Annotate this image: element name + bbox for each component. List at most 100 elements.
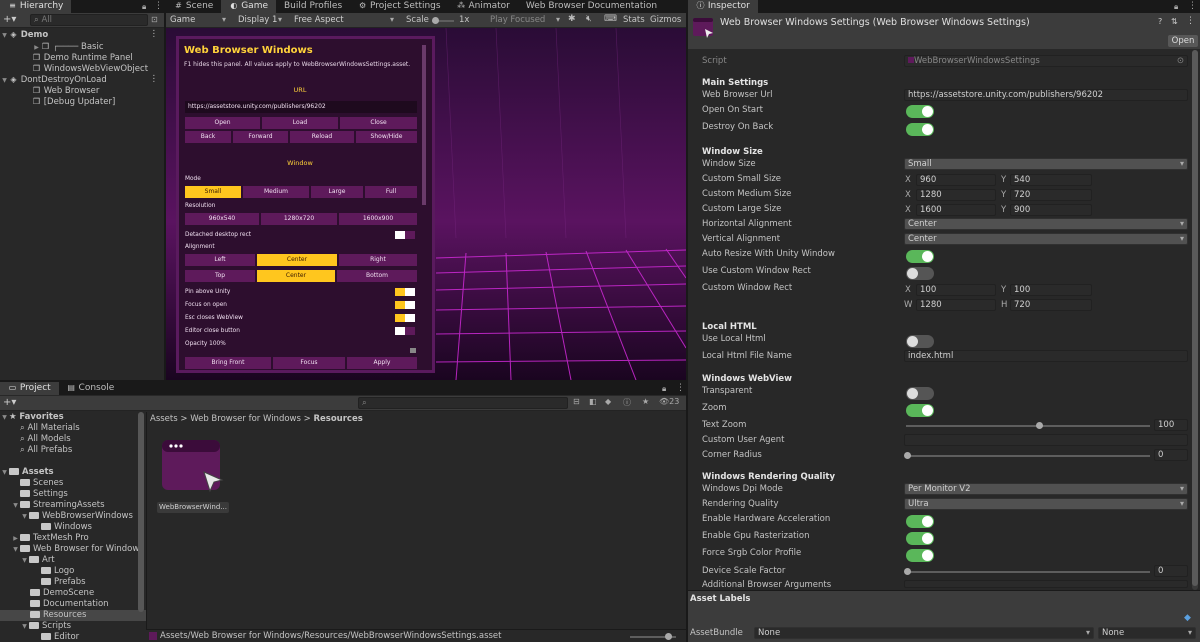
tab-inspector[interactable]: ⓘ Inspector	[688, 0, 758, 13]
local-html-file-input[interactable]: index.html	[904, 350, 1188, 362]
custom-large-x[interactable]: 1600	[916, 204, 996, 216]
custom-medium-y[interactable]: 720	[1010, 189, 1092, 201]
label-icon[interactable]: ◆	[605, 397, 611, 406]
additional-args-input[interactable]	[904, 580, 1188, 588]
device-scale-knob[interactable]	[904, 568, 911, 575]
v-align-dropdown[interactable]: Center	[904, 233, 1188, 245]
url-forward-button[interactable]: Forward	[233, 131, 288, 143]
tree-prefabs[interactable]: Prefabs	[0, 577, 146, 588]
favorite-star-icon[interactable]: ★	[642, 397, 649, 406]
zoom-toggle[interactable]	[906, 404, 934, 417]
open-on-start-toggle[interactable]	[906, 105, 934, 118]
gpu-raster-toggle[interactable]	[906, 532, 934, 545]
rect-y[interactable]: 100	[1010, 284, 1092, 296]
add-icon[interactable]: +▾	[3, 14, 16, 25]
url-open-button[interactable]: Open	[185, 117, 260, 129]
hierarchy-row-dontdestroy[interactable]: ▼ ◈ DontDestroyOnLoad ⋮	[0, 74, 164, 85]
tree-web-browser-for-windows[interactable]: ▼ Web Browser for Windows	[0, 544, 146, 555]
assets-row[interactable]: ▼ Assets	[0, 467, 146, 478]
use-custom-rect-toggle[interactable]	[906, 267, 934, 280]
dpi-mode-dropdown[interactable]: Per Monitor V2	[904, 483, 1188, 495]
hierarchy-lock-icon[interactable]: 🔒︎	[142, 2, 146, 12]
align-top-button[interactable]: Top	[185, 270, 255, 282]
tab-build-profiles[interactable]: Build Profiles	[276, 0, 350, 13]
rect-w[interactable]: 1280	[916, 299, 996, 311]
project-tree-scrollbar[interactable]	[138, 412, 144, 612]
url-close-button[interactable]: Close	[340, 117, 417, 129]
asset-bundle-dropdown[interactable]: None	[754, 627, 1094, 639]
tab-animator[interactable]: ⁂ Animator	[449, 0, 518, 13]
inspector-lock-icon[interactable]: 🔒︎	[1174, 2, 1178, 12]
filter-icon[interactable]: ⊡	[151, 15, 158, 24]
hw-accel-toggle[interactable]	[906, 515, 934, 528]
display-dropdown[interactable]: Display 1	[234, 14, 286, 26]
h-align-dropdown[interactable]: Center	[904, 218, 1188, 230]
breadcrumb-resources[interactable]: Resources	[313, 414, 362, 424]
project-add-icon[interactable]: +▾	[3, 397, 16, 408]
tab-scene[interactable]: # Scene	[166, 0, 221, 13]
rect-h[interactable]: 720	[1010, 299, 1092, 311]
transparent-toggle[interactable]	[906, 387, 934, 400]
shortcut-icon[interactable]: ⌨	[604, 14, 617, 24]
gizmos-button[interactable]: Gizmos	[650, 15, 681, 26]
component-menu-icon[interactable]: ⋮	[1186, 16, 1195, 26]
text-zoom-knob[interactable]	[1036, 422, 1043, 429]
text-zoom-track[interactable]	[906, 425, 1150, 427]
tree-resources[interactable]: Resources	[0, 610, 146, 621]
auto-resize-toggle[interactable]	[906, 250, 934, 263]
hierarchy-row-web-browser[interactable]: ❒ Web Browser	[0, 85, 164, 96]
fav-all-prefabs[interactable]: ⌕ All Prefabs	[0, 445, 146, 456]
res-1280-button[interactable]: 1280x720	[261, 213, 337, 225]
hidden-count-icon[interactable]: 👁︎23	[659, 397, 679, 406]
text-zoom-value[interactable]: 100	[1154, 419, 1188, 431]
label-tag-icon[interactable]: ◆	[1184, 613, 1191, 623]
tree-editor[interactable]: Editor	[0, 632, 146, 642]
corner-radius-knob[interactable]	[904, 452, 911, 459]
mute-icon[interactable]: 🔇︎	[586, 14, 592, 24]
fav-all-models[interactable]: ⌕ All Models	[0, 434, 146, 445]
hierarchy-row-runtime-panel[interactable]: ❒ Demo Runtime Panel	[0, 52, 164, 63]
row-menu-icon[interactable]: ⋮	[150, 29, 159, 40]
tab-game[interactable]: ◐ Game	[221, 0, 276, 13]
mode-medium-button[interactable]: Medium	[243, 186, 309, 198]
apply-button[interactable]: Apply	[347, 357, 417, 369]
editor-close-toggle[interactable]	[395, 327, 415, 335]
mode-large-button[interactable]: Large	[311, 186, 363, 198]
pin-toggle[interactable]	[395, 288, 415, 296]
hierarchy-search-input[interactable]: ⌕ All	[30, 14, 148, 26]
hierarchy-menu-icon[interactable]: ⋮	[154, 1, 163, 11]
game-mode-dropdown[interactable]: Game	[166, 14, 230, 26]
help-icon[interactable]: ?	[1158, 17, 1162, 26]
tree-settings[interactable]: Settings	[0, 489, 146, 500]
tree-textmesh-pro[interactable]: ▶ TextMesh Pro	[0, 533, 146, 544]
corner-radius-track[interactable]	[906, 455, 1150, 457]
tree-demoscene[interactable]: DemoScene	[0, 588, 146, 599]
project-divider[interactable]	[146, 412, 147, 642]
project-search-input[interactable]: ⌕	[358, 397, 568, 409]
corner-radius-value[interactable]: 0	[1154, 449, 1188, 461]
target-icon[interactable]: ⊙	[1177, 56, 1184, 66]
scale-slider-knob[interactable]	[432, 17, 439, 24]
info-icon[interactable]: ⓘ	[623, 397, 631, 408]
inspector-menu-icon[interactable]: ⋮	[1188, 1, 1197, 11]
url-showhide-button[interactable]: Show/Hide	[356, 131, 417, 143]
tree-scripts[interactable]: ▼ Scripts	[0, 621, 146, 632]
focus-button[interactable]: Focus	[273, 357, 345, 369]
url-back-button[interactable]: Back	[185, 131, 231, 143]
esc-closes-toggle[interactable]	[395, 314, 415, 322]
custom-small-x[interactable]: 960	[916, 174, 996, 186]
custom-large-y[interactable]: 900	[1010, 204, 1092, 216]
tree-documentation[interactable]: Documentation	[0, 599, 146, 610]
tree-scenes[interactable]: Scenes	[0, 478, 146, 489]
bring-front-button[interactable]: Bring Front	[185, 357, 271, 369]
url-input[interactable]: https://assetstore.unity.com/publishers/…	[185, 101, 417, 113]
web-browser-url-input[interactable]: https://assetstore.unity.com/publishers/…	[904, 89, 1188, 101]
favorites-row[interactable]: ▼ ★ Favorites	[0, 412, 146, 423]
align-center-h-button[interactable]: Center	[257, 254, 337, 266]
custom-small-y[interactable]: 540	[1010, 174, 1092, 186]
align-center-v-button[interactable]: Center	[257, 270, 335, 282]
rect-x[interactable]: 100	[916, 284, 996, 296]
inspector-scrollbar[interactable]	[1192, 50, 1198, 590]
custom-user-agent-input[interactable]	[904, 434, 1188, 446]
align-bottom-button[interactable]: Bottom	[337, 270, 417, 282]
